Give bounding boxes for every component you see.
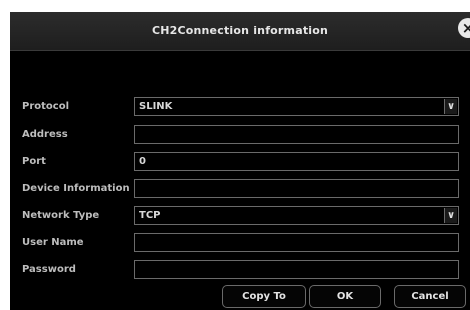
port-label: Port [22, 156, 46, 167]
password-label: Password [22, 264, 76, 275]
port-row: Port 0 [10, 152, 470, 174]
user-name-label: User Name [22, 237, 84, 248]
port-input[interactable]: 0 [134, 152, 459, 171]
device-info-label: Device Information [22, 183, 130, 194]
network-type-row: Network Type TCP ∨ [10, 206, 470, 228]
chevron-down-icon: ∨ [444, 208, 457, 223]
device-info-row: Device Information [10, 179, 470, 201]
copy-to-button[interactable]: Copy To [222, 285, 306, 308]
network-type-select[interactable]: TCP ∨ [134, 206, 459, 225]
address-label: Address [22, 129, 68, 140]
dialog-title: CH2Connection information [151, 24, 329, 37]
user-name-input[interactable] [134, 233, 459, 252]
dialog-titlebar: CH2Connection information [10, 12, 470, 51]
password-row: Password [10, 260, 470, 282]
user-name-row: User Name [10, 233, 470, 255]
protocol-label: Protocol [22, 101, 70, 112]
device-info-input[interactable] [134, 179, 459, 198]
address-input[interactable] [134, 125, 459, 144]
protocol-row: Protocol SLINK ∨ [10, 97, 470, 119]
network-type-label: Network Type [22, 210, 100, 221]
chevron-down-icon: ∨ [444, 99, 457, 114]
protocol-select[interactable]: SLINK ∨ [134, 97, 459, 116]
ok-button[interactable]: OK [309, 285, 381, 308]
protocol-value: SLINK [139, 101, 173, 112]
network-type-value: TCP [139, 210, 161, 221]
password-input[interactable] [134, 260, 459, 279]
address-row: Address [10, 125, 470, 147]
cancel-button[interactable]: Cancel [394, 285, 466, 308]
connection-info-dialog: CH2Connection information × Protocol SLI… [10, 12, 470, 310]
